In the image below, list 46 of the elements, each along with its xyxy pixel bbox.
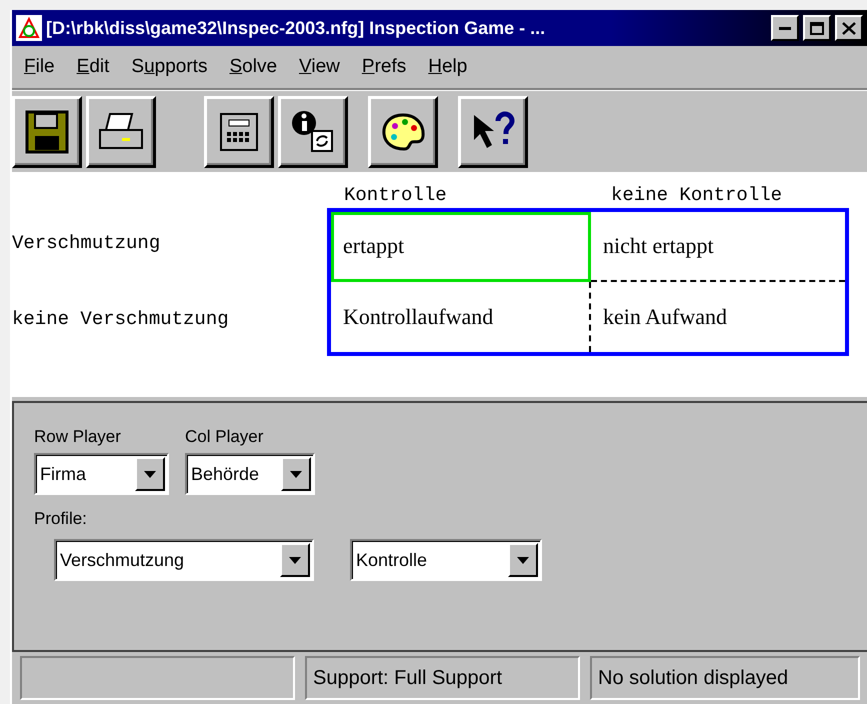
menu-item[interactable]: File	[24, 56, 55, 78]
profile-dropdown[interactable]: Verschmutzung	[54, 539, 314, 581]
menu-item[interactable]: Prefs	[362, 56, 406, 78]
row-header: keine Verschmutzung	[12, 307, 230, 332]
player-dropdown[interactable]: Behörde	[185, 453, 315, 495]
status-pane: No solution displayed	[590, 656, 860, 700]
column-header: Kontrolle	[343, 184, 448, 208]
menu-item[interactable]: Supports	[131, 56, 208, 78]
status-pane: Support: Full Support	[305, 656, 580, 700]
menu-item[interactable]: View	[299, 56, 340, 78]
print-button[interactable]	[86, 96, 156, 168]
calculator-button[interactable]	[204, 96, 274, 168]
close-button[interactable]	[835, 15, 863, 41]
matrix-cell[interactable]: nicht ertappt	[591, 212, 845, 282]
profile-dropdown[interactable]: Kontrolle	[350, 539, 542, 581]
dropdown-arrow-icon	[144, 470, 156, 478]
minimize-icon	[779, 26, 791, 30]
palette-button[interactable]	[368, 96, 438, 168]
close-icon	[842, 22, 856, 34]
menu-item[interactable]: Help	[428, 56, 468, 78]
calculator-icon	[219, 112, 259, 152]
matrix-cell[interactable]: ertappt	[331, 212, 591, 282]
palette-icon	[380, 112, 426, 152]
column-header: keine Kontrolle	[610, 184, 784, 208]
help-button[interactable]	[458, 96, 528, 168]
player-label: Col Player	[185, 427, 264, 447]
profile-label: Profile:	[34, 509, 88, 529]
info-icon	[290, 108, 336, 154]
dropdown-arrow-icon	[289, 556, 301, 564]
maximize-icon	[810, 22, 824, 34]
player-label: Row Player	[34, 427, 122, 447]
matrix-cell[interactable]: Kontrollaufwand	[331, 282, 591, 352]
dropdown-arrow-icon	[517, 556, 529, 564]
dropdown-arrow-icon	[290, 470, 302, 478]
save-button[interactable]	[12, 96, 82, 168]
menu-item[interactable]: Edit	[76, 56, 110, 78]
menu-item[interactable]: Solve	[229, 56, 278, 78]
maximize-button[interactable]	[803, 15, 831, 41]
minimize-button[interactable]	[771, 15, 799, 41]
window-title: [D:\rbk\diss\game32\Inspec-2003.nfg] Inspection Game - ...	[46, 18, 546, 38]
player-dropdown[interactable]: Firma	[34, 453, 169, 495]
info-button[interactable]	[278, 96, 348, 168]
printer-icon	[98, 112, 144, 152]
app-icon	[16, 15, 42, 41]
matrix-cell[interactable]: kein Aufwand	[591, 282, 845, 352]
row-header: Verschmutzung	[12, 231, 162, 256]
